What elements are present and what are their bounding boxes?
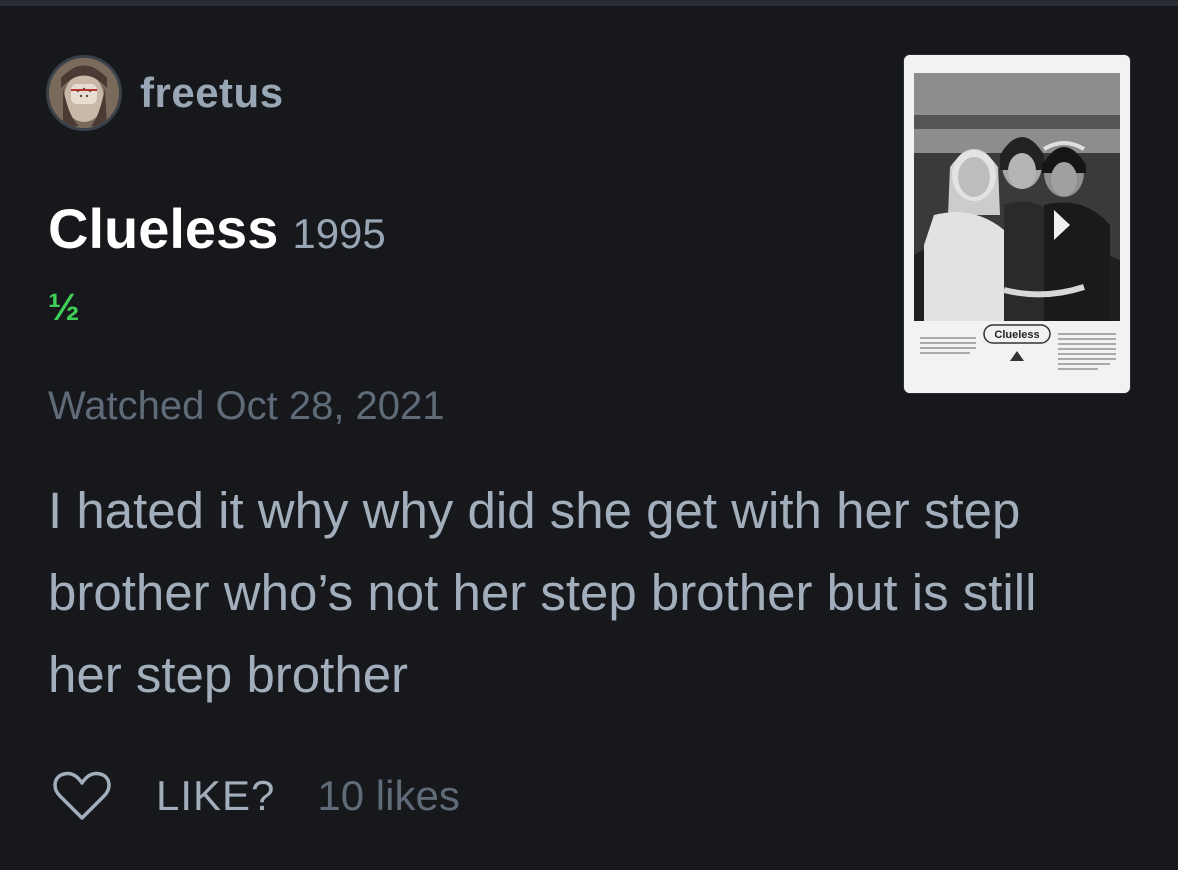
film-poster[interactable]: Clueless (904, 55, 1130, 393)
like-button[interactable]: LIKE? (156, 772, 275, 820)
review-actions: LIKE? 10 likes (52, 768, 460, 824)
film-title[interactable]: Clueless (48, 196, 278, 261)
heart-outline-icon[interactable] (52, 770, 112, 822)
star-rating: ½ (48, 287, 80, 329)
avatar-image (49, 58, 119, 128)
watched-date: Watched Oct 28, 2021 (48, 384, 445, 428)
poster-image: Clueless (904, 55, 1130, 393)
review-author[interactable]: freetus (46, 55, 284, 131)
review-body: I hated it why why did she get with her … (48, 482, 1037, 703)
film-year[interactable]: 1995 (292, 210, 385, 258)
author-username[interactable]: freetus (140, 69, 284, 117)
poster-wordmark: Clueless (994, 329, 1039, 341)
film-heading: Clueless 1995 (48, 196, 386, 261)
like-count[interactable]: 10 likes (317, 772, 459, 820)
avatar[interactable] (46, 55, 122, 131)
top-divider (0, 0, 1178, 6)
